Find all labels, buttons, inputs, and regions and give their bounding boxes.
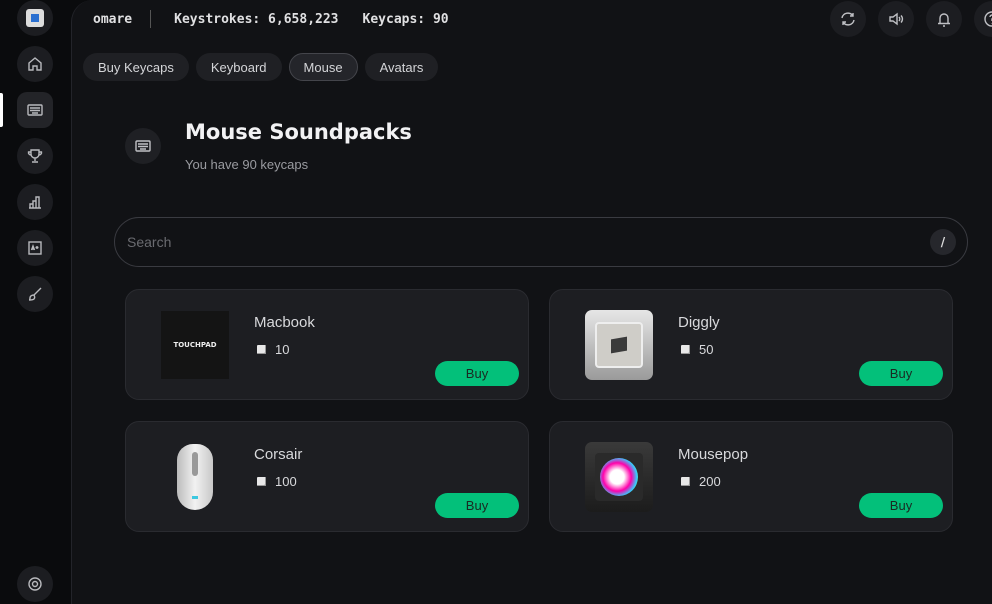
search-bar: / (114, 217, 968, 267)
item-name: Macbook (254, 314, 315, 331)
sidebar-item-settings[interactable] (17, 566, 53, 602)
search-shortcut-badge: / (930, 229, 956, 255)
keycaps-count: Keycaps: 90 (362, 11, 449, 27)
sidebar-item-stats[interactable] (17, 184, 53, 220)
tab-keyboard[interactable]: Keyboard (195, 53, 282, 81)
item-price: 50 (681, 342, 713, 357)
grade-icon (28, 241, 42, 255)
buy-button[interactable]: Buy (435, 493, 519, 518)
touchpad-image: TOUCHPAD (161, 311, 229, 379)
refresh-icon (841, 12, 855, 26)
item-name: Diggly (678, 314, 720, 331)
page-title: Mouse Soundpacks (185, 120, 412, 144)
sound-button[interactable] (878, 1, 914, 37)
sidebar-item-grades[interactable] (17, 230, 53, 266)
keycap-icon (257, 477, 266, 486)
soundpack-card-macbook: TOUCHPAD Macbook 10 Buy (125, 289, 529, 400)
trophy-icon (27, 149, 43, 163)
item-price: 10 (257, 342, 289, 357)
keycap-logo-icon (26, 9, 44, 27)
keyboard-icon (135, 140, 151, 152)
item-name: Mousepop (678, 446, 749, 463)
tab-mouse[interactable]: Mouse (288, 53, 358, 81)
buy-button[interactable]: Buy (859, 361, 943, 386)
sidebar-item-home[interactable] (17, 46, 53, 82)
price-value: 50 (699, 342, 714, 357)
keycap-icon (257, 345, 266, 354)
item-price: 200 (681, 474, 721, 489)
corsair-mouse-image (161, 443, 229, 511)
bar-chart-icon (29, 196, 41, 209)
user-stats: omare Keystrokes: 6,658,223 Keycaps: 90 (93, 10, 449, 28)
keycap-icon (681, 477, 690, 486)
divider (150, 10, 152, 28)
soundpack-card-mousepop: Mousepop 200 Buy (549, 421, 953, 532)
help-icon (984, 11, 992, 27)
price-value: 200 (699, 474, 721, 489)
soundpack-card-diggly: Diggly 50 Buy (549, 289, 953, 400)
app-logo[interactable] (17, 0, 53, 36)
keycap-icon (681, 345, 690, 354)
page-icon (125, 128, 161, 164)
gear-icon (28, 577, 42, 591)
username: omare (93, 11, 133, 27)
soundpack-card-corsair: Corsair 100 Buy (125, 421, 529, 532)
keyboard-icon (27, 104, 43, 116)
keystrokes-count: Keystrokes: 6,658,223 (174, 11, 339, 27)
sidebar-item-themes[interactable] (17, 276, 53, 312)
speaker-icon (889, 12, 904, 26)
sidebar (0, 0, 71, 604)
touchpad-label: TOUCHPAD (173, 341, 217, 349)
item-name: Corsair (254, 446, 303, 463)
tab-buy-keycaps[interactable]: Buy Keycaps (83, 53, 189, 81)
sidebar-item-store[interactable] (17, 92, 53, 128)
sidebar-item-achievements[interactable] (17, 138, 53, 174)
refresh-button[interactable] (830, 1, 866, 37)
tab-avatars[interactable]: Avatars (364, 53, 439, 81)
item-price: 100 (257, 474, 297, 489)
price-value: 10 (275, 342, 290, 357)
page-subtitle: You have 90 keycaps (185, 157, 309, 172)
home-icon (28, 57, 42, 71)
price-value: 100 (275, 474, 297, 489)
mousepop-keycap-image (585, 442, 653, 512)
active-indicator (0, 93, 3, 127)
brush-icon (28, 287, 42, 301)
buy-button[interactable]: Buy (859, 493, 943, 518)
search-input[interactable] (127, 234, 930, 250)
store-tabs: Buy Keycaps Keyboard Mouse Avatars (83, 53, 439, 81)
main-panel: omare Keystrokes: 6,658,223 Keycaps: 90 … (71, 0, 992, 604)
buy-button[interactable]: Buy (435, 361, 519, 386)
help-button[interactable] (974, 1, 992, 37)
notifications-button[interactable] (926, 1, 962, 37)
diggly-keycap-image (585, 310, 653, 380)
bell-icon (938, 13, 950, 27)
